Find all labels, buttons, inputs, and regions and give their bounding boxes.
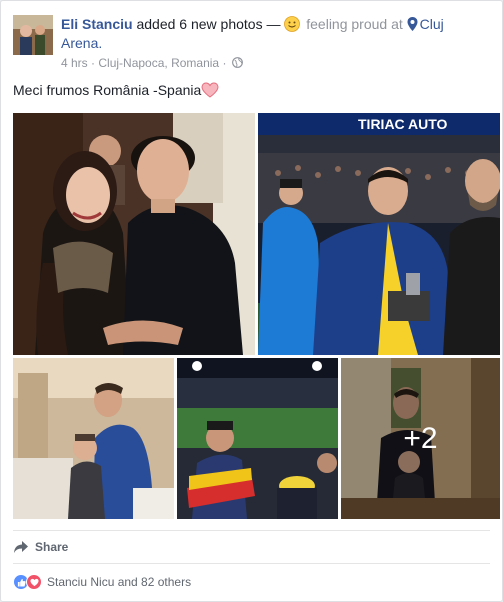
globe-icon[interactable] <box>231 57 243 68</box>
post-text: Meci frumos România -Spania <box>13 82 219 98</box>
divider-2 <box>13 563 490 564</box>
photo-4[interactable] <box>177 358 338 519</box>
photo-1[interactable] <box>13 113 255 355</box>
share-button[interactable]: Share <box>13 537 68 557</box>
reactions-text: Stanciu Nicu and 82 others <box>47 575 192 589</box>
more-photos-count: +2 <box>403 421 438 455</box>
post-action: added 6 new photos — <box>136 16 281 32</box>
photo-3[interactable] <box>13 358 174 519</box>
feeling-emoji-icon <box>284 16 301 32</box>
photo-2[interactable]: TIRIAC AUTO <box>258 113 500 355</box>
share-label: Share <box>35 540 69 554</box>
post-card: Eli Stanciu added 6 new photos — feeling… <box>0 0 503 602</box>
post-time[interactable]: 4 hrs <box>61 56 88 70</box>
photo-5-more[interactable]: +2 <box>341 358 500 519</box>
love-reaction-icon <box>26 574 42 590</box>
meta-dot-2: · <box>222 56 227 70</box>
post-location[interactable]: Cluj-Napoca, Romania <box>98 56 219 70</box>
more-photos-overlay[interactable]: +2 <box>341 358 500 519</box>
post-message: Meci frumos România -Spania <box>13 82 202 98</box>
avatar[interactable] <box>13 15 53 55</box>
author-name[interactable]: Eli Stanciu <box>61 16 133 32</box>
reactions-summary[interactable]: Stanciu Nicu and 82 others <box>13 572 191 592</box>
post-header: Eli Stanciu added 6 new photos — feeling… <box>13 13 490 70</box>
place-link-cont[interactable]: Arena. <box>61 35 102 51</box>
share-arrow-icon <box>14 541 28 553</box>
location-pin-icon <box>407 17 418 31</box>
post-headline: Eli Stanciu added 6 new photos — feeling… <box>61 15 501 53</box>
heart-emoji-icon <box>201 82 219 98</box>
divider <box>13 530 490 531</box>
post-meta: 4 hrs · Cluj-Napoca, Romania · <box>61 56 243 70</box>
feeling-text: feeling proud at <box>306 16 403 32</box>
meta-dot: · <box>91 56 96 70</box>
photo-banner-text: TIRIAC AUTO <box>358 116 448 132</box>
place-link[interactable]: Cluj <box>420 16 444 32</box>
